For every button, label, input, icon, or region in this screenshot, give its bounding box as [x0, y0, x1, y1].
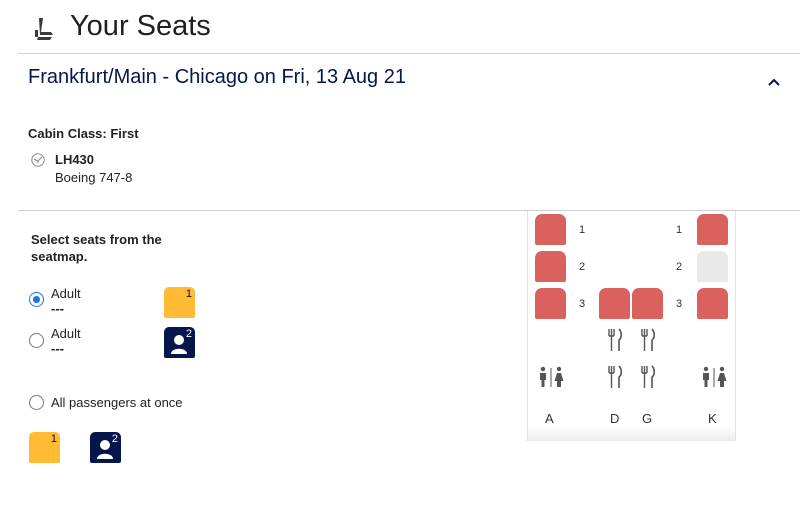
seatmap — [527, 211, 736, 441]
badge-number: 1 — [50, 433, 57, 445]
badge-number: 2 — [185, 328, 192, 340]
row-number: 1 — [676, 224, 683, 236]
header-divider — [18, 53, 800, 54]
seat-3D[interactable] — [599, 288, 630, 319]
passenger-1-label: Adult — [51, 286, 81, 301]
chevron-up-icon[interactable] — [764, 72, 784, 92]
legend-badge-1: 1 — [29, 432, 60, 463]
row-number: 2 — [676, 261, 683, 273]
galley-icon — [641, 328, 656, 351]
seat-2K[interactable] — [697, 251, 728, 282]
page-title: Your Seats — [70, 10, 211, 42]
passenger-2-seat: --- — [51, 341, 64, 356]
column-letter-K: K — [708, 411, 717, 426]
galley-icon — [608, 365, 623, 388]
passenger-1-radio[interactable] — [29, 292, 44, 307]
badge-number: 1 — [185, 288, 192, 300]
flight-number: LH430 — [55, 152, 95, 167]
lavatory-icon — [703, 366, 727, 387]
row-number: 1 — [579, 224, 586, 236]
route-title: Frankfurt/Main - Chicago on Fri, 13 Aug … — [28, 66, 406, 88]
seat-3K[interactable] — [697, 288, 728, 319]
airline-logo-icon — [31, 153, 45, 167]
cabin-class: Cabin Class: First — [28, 126, 139, 141]
passenger-2-badge[interactable]: 2 — [164, 327, 195, 358]
aircraft-type: Boeing 747-8 — [55, 170, 133, 185]
seat-instructions: Select seats from the seatmap. — [31, 232, 162, 264]
column-letter-A: A — [545, 411, 554, 426]
lavatory-icon — [540, 366, 564, 387]
page-header: Your Seats — [0, 0, 800, 58]
passenger-2-label: Adult — [51, 326, 81, 341]
legend-badge-2: 2 — [90, 432, 121, 463]
seat-3A[interactable] — [535, 288, 566, 319]
passenger-2-radio[interactable] — [29, 333, 44, 348]
seat-1K[interactable] — [697, 214, 728, 245]
seat-3G[interactable] — [632, 288, 663, 319]
badge-number: 2 — [111, 433, 118, 445]
seat-icon — [35, 18, 53, 40]
galley-icon — [608, 328, 623, 351]
passenger-1-badge[interactable]: 1 — [164, 287, 195, 318]
passenger-1-seat: --- — [51, 301, 64, 316]
column-letter-D: D — [610, 411, 620, 426]
seat-2A[interactable] — [535, 251, 566, 282]
all-passengers-radio[interactable] — [29, 395, 44, 410]
seatmap-fade — [528, 426, 735, 441]
seat-1A[interactable] — [535, 214, 566, 245]
column-letter-G: G — [642, 411, 653, 426]
row-number: 2 — [579, 261, 586, 273]
all-passengers-label: All passengers at once — [51, 395, 183, 410]
galley-icon — [641, 365, 656, 388]
row-number: 3 — [676, 298, 683, 310]
row-number: 3 — [579, 298, 586, 310]
